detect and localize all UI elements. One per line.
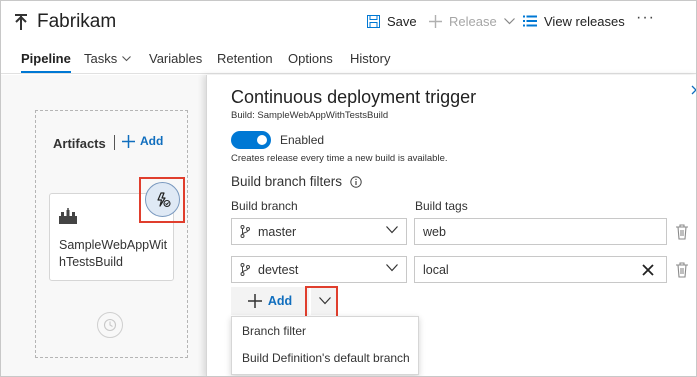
build-artifact-icon <box>59 208 77 224</box>
clear-icon[interactable] <box>641 263 655 277</box>
tab-retention[interactable]: Retention <box>217 51 273 66</box>
info-icon[interactable] <box>350 175 362 188</box>
chevron-down-icon <box>386 226 398 234</box>
artifacts-title: Artifacts <box>53 136 106 151</box>
branch-filters-heading: Build branch filters <box>231 174 362 189</box>
add-filter-menu: Branch filter Build Definition's default… <box>231 316 419 375</box>
pipeline-icon <box>15 14 27 30</box>
tab-history[interactable]: History <box>350 51 390 66</box>
plus-icon <box>429 14 442 28</box>
tab-tasks[interactable]: Tasks <box>84 51 132 66</box>
highlight-box <box>305 286 338 318</box>
delete-icon[interactable] <box>675 262 689 278</box>
enabled-label: Enabled <box>280 133 325 147</box>
build-tags-input[interactable] <box>414 256 667 283</box>
branch-value: devtest <box>258 262 299 277</box>
plus-icon <box>122 134 135 148</box>
schedule-trigger-button[interactable] <box>97 312 123 338</box>
tab-variables-label: Variables <box>149 51 203 66</box>
build-branch-column-label: Build branch <box>231 199 298 213</box>
artifact-name: SampleWebAppWithTestsBuild <box>59 238 168 269</box>
add-filter-label: Add <box>267 294 293 308</box>
tab-variables[interactable]: Variables <box>149 51 202 66</box>
menu-item-default-branch[interactable]: Build Definition's default branch <box>242 351 410 365</box>
tab-options[interactable]: Options <box>288 51 333 66</box>
tab-bar: Pipeline Tasks Variables Retention Optio… <box>1 46 696 74</box>
branch-filters-label: Build branch filters <box>231 174 343 189</box>
chevron-down-icon <box>386 264 398 272</box>
chevron-down-icon <box>503 17 515 24</box>
add-artifact-button[interactable]: Add <box>122 134 163 148</box>
build-tags-column-label: Build tags <box>415 199 468 213</box>
save-button[interactable]: Save <box>367 12 417 30</box>
tab-retention-label: Retention <box>217 51 273 66</box>
enabled-toggle[interactable] <box>231 131 271 149</box>
view-releases-button[interactable]: View releases <box>523 12 625 30</box>
lightning-trigger-icon <box>156 191 171 207</box>
build-source: Build: SampleWebAppWithTestsBuild <box>231 110 389 121</box>
list-icon <box>523 15 537 27</box>
tab-pipeline-label: Pipeline <box>21 51 71 66</box>
chevron-down-icon <box>122 55 132 61</box>
menu-item-branch-filter[interactable]: Branch filter <box>242 324 306 338</box>
tab-pipeline[interactable]: Pipeline <box>21 51 71 73</box>
clock-icon <box>103 318 117 332</box>
tab-tasks-label: Tasks <box>84 51 118 66</box>
release-label: Release <box>449 13 497 29</box>
delete-icon[interactable] <box>675 224 689 240</box>
release-pipeline-window: Fabrikam Save Release View releases ··· … <box>0 0 697 377</box>
branch-icon <box>240 263 250 276</box>
panel-title: Continuous deployment trigger <box>231 87 477 107</box>
divider <box>114 135 115 150</box>
continuous-deployment-trigger-button[interactable] <box>145 182 180 217</box>
branch-icon <box>240 225 250 238</box>
view-releases-label: View releases <box>544 13 625 29</box>
save-icon <box>367 14 380 28</box>
tab-history-label: History <box>350 51 391 66</box>
trigger-description: Creates release every time a new build i… <box>231 153 448 164</box>
branch-select[interactable]: master <box>231 218 407 245</box>
plus-icon <box>247 294 262 308</box>
add-artifact-label: Add <box>140 134 164 148</box>
title-bar: Fabrikam Save Release View releases ··· <box>1 1 696 43</box>
branch-select[interactable]: devtest <box>231 256 407 283</box>
app-title: Fabrikam <box>37 11 117 32</box>
save-label: Save <box>387 13 417 29</box>
collapse-panel-icon[interactable] <box>691 85 697 95</box>
build-tags-input[interactable] <box>414 218 667 245</box>
release-button[interactable]: Release <box>429 12 515 30</box>
tab-options-label: Options <box>288 51 333 66</box>
branch-value: master <box>258 224 297 239</box>
add-filter-button[interactable]: Add <box>231 287 309 315</box>
more-options-button[interactable]: ··· <box>636 9 655 27</box>
